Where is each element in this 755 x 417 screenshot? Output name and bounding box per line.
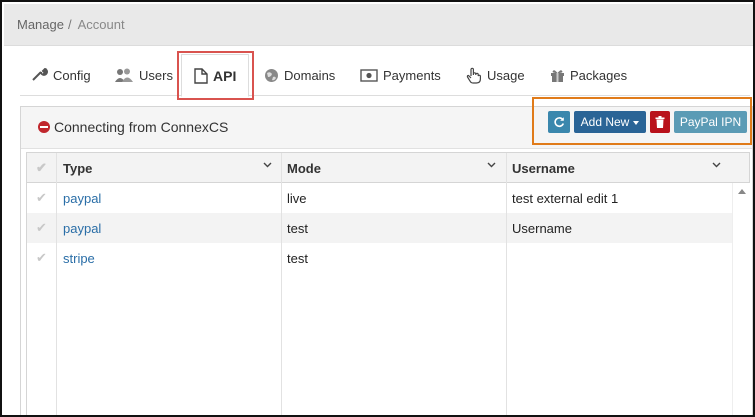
tab-label: Packages xyxy=(570,67,628,83)
tab-packages[interactable]: Packages xyxy=(550,54,627,96)
tab-config[interactable]: Config xyxy=(32,54,91,96)
tab-label: Users xyxy=(139,67,173,83)
check-icon: ✔ xyxy=(36,220,47,235)
column-header-label: Type xyxy=(63,160,93,176)
cell-mode: live xyxy=(287,190,307,206)
tab-label: Usage xyxy=(487,67,525,83)
vertical-scrollbar[interactable] xyxy=(732,183,750,415)
type-link[interactable]: stripe xyxy=(63,251,95,266)
type-link[interactable]: paypal xyxy=(63,221,101,236)
cell-username: test external edit 1 xyxy=(512,190,619,206)
wrench-icon xyxy=(32,68,48,81)
tab-bar: Config Users API Domains Payments Usage … xyxy=(20,54,750,97)
column-divider xyxy=(506,153,507,415)
grid-header: ✔ Type Mode Username xyxy=(27,153,749,183)
tab-label: Config xyxy=(53,67,91,83)
breadcrumb-separator: / xyxy=(67,17,72,32)
cell-username: Username xyxy=(512,220,572,236)
column-header-mode[interactable]: Mode xyxy=(281,153,506,183)
globe-icon xyxy=(265,68,278,82)
cell-username xyxy=(506,243,732,273)
api-tab-highlight xyxy=(177,51,254,100)
cell-mode: test xyxy=(287,250,308,266)
row-checkbox[interactable]: ✔ xyxy=(27,213,57,243)
check-icon: ✔ xyxy=(36,160,47,175)
tab-label: Domains xyxy=(284,67,336,83)
cell-mode: test xyxy=(287,220,308,236)
tab-label: Payments xyxy=(383,67,441,83)
users-icon xyxy=(115,68,133,82)
chevron-down-icon[interactable] xyxy=(712,162,721,168)
chevron-down-icon[interactable] xyxy=(263,162,272,168)
hand-pointer-icon xyxy=(466,67,481,84)
cell-type[interactable]: paypal xyxy=(57,213,281,243)
tab-payments[interactable]: Payments xyxy=(360,54,441,96)
column-divider xyxy=(56,153,57,415)
chevron-down-icon[interactable] xyxy=(487,162,496,168)
money-icon xyxy=(360,68,378,82)
tab-users[interactable]: Users xyxy=(114,54,173,96)
column-header-label: Username xyxy=(512,160,575,176)
column-divider xyxy=(281,153,282,415)
panel-title: Connecting from ConnexCS xyxy=(38,119,228,135)
select-all-checkbox[interactable]: ✔ xyxy=(27,153,57,183)
column-header-type[interactable]: Type xyxy=(57,153,281,183)
table-row[interactable]: ✔ paypal test Username xyxy=(27,213,732,243)
type-link[interactable]: paypal xyxy=(63,191,101,206)
tab-domains[interactable]: Domains xyxy=(264,54,335,96)
tab-usage[interactable]: Usage xyxy=(466,54,525,96)
table-row[interactable]: ✔ paypal live test external edit 1 xyxy=(27,183,732,213)
column-header-label: Mode xyxy=(287,160,321,176)
table-row[interactable]: ✔ stripe test xyxy=(27,243,732,273)
toolbar-highlight xyxy=(532,97,752,145)
row-checkbox[interactable]: ✔ xyxy=(27,183,57,213)
scroll-up-arrow-icon[interactable] xyxy=(738,189,746,194)
breadcrumb-current: Account xyxy=(77,17,125,32)
check-icon: ✔ xyxy=(36,190,47,205)
column-header-username[interactable]: Username xyxy=(506,153,732,183)
breadcrumb: Manage / Account xyxy=(4,4,753,46)
cell-type[interactable]: stripe xyxy=(57,243,281,273)
api-grid: ✔ Type Mode Username ✔ paypal live test … xyxy=(26,152,750,415)
breadcrumb-root[interactable]: Manage xyxy=(17,17,64,32)
gift-icon xyxy=(551,70,564,82)
check-icon: ✔ xyxy=(36,250,47,265)
app-frame: Manage / Account Config Users API Domain… xyxy=(0,0,755,417)
cell-type[interactable]: paypal xyxy=(57,183,281,213)
panel-title-text: Connecting from ConnexCS xyxy=(54,119,229,135)
minus-circle-icon xyxy=(38,121,50,133)
row-checkbox[interactable]: ✔ xyxy=(27,243,57,273)
